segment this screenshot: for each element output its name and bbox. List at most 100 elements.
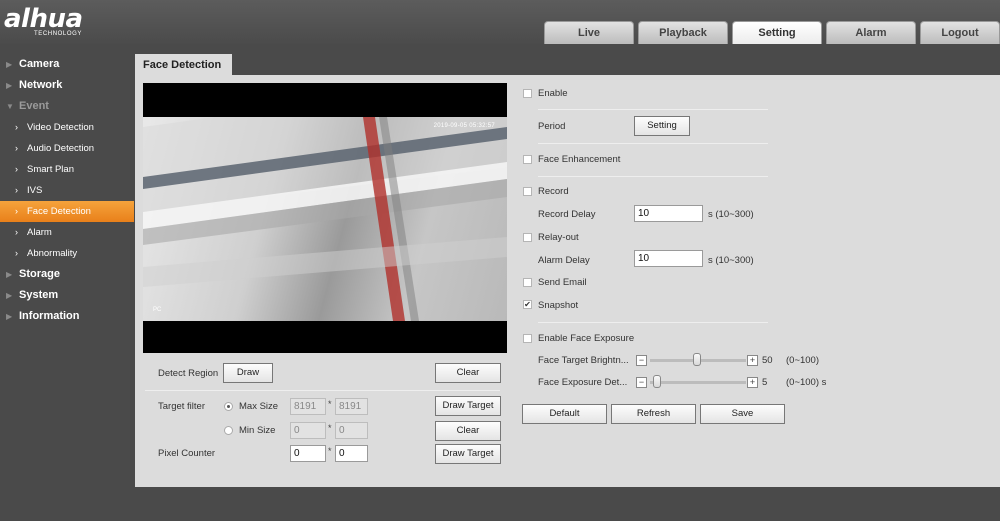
detect-region-label: Detect Region	[158, 368, 219, 379]
max-size-radio[interactable]	[224, 402, 233, 411]
exposure-detect-slider-track[interactable]	[650, 381, 746, 384]
logo-subtitle: TECHNOLOGY	[34, 31, 83, 37]
caret-down-icon: ▼	[6, 102, 14, 111]
sidebar-item-system[interactable]: ▶ System	[0, 285, 134, 306]
alarm-delay-range: s (10~300)	[708, 255, 754, 266]
sidebar-item-network[interactable]: ▶ Network	[0, 75, 134, 96]
tab-alarm[interactable]: Alarm	[826, 21, 916, 44]
record-label: Record	[538, 186, 569, 197]
face-exposure-detect-label: Face Exposure Det...	[538, 377, 628, 388]
chevron-right-icon: ›	[15, 122, 18, 132]
sidebar-item-label: Video Detection	[27, 122, 94, 133]
save-button[interactable]: Save	[700, 404, 785, 424]
brightness-range: (0~100)	[786, 355, 820, 366]
sidebar-item-smart-plan[interactable]: › Smart Plan	[0, 159, 134, 180]
times-symbol: *	[328, 423, 332, 433]
draw-target-button-2[interactable]: Draw Target	[435, 444, 501, 464]
sidebar-item-alarm[interactable]: › Alarm	[0, 222, 134, 243]
chevron-right-icon: ›	[15, 164, 18, 174]
video-preview[interactable]: 2019-09-05 05:32:57 PC	[143, 83, 507, 353]
exposure-detect-decrease-button[interactable]: −	[636, 377, 647, 388]
exposure-detect-value: 5	[762, 377, 768, 388]
exposure-detect-slider-thumb[interactable]	[653, 375, 661, 388]
divider	[538, 322, 768, 323]
sidebar-item-label: Audio Detection	[27, 143, 95, 154]
pixel-counter-width-input[interactable]: 0	[290, 445, 326, 462]
enable-face-exposure-checkbox[interactable]	[523, 334, 532, 343]
record-delay-range: s (10~300)	[708, 209, 754, 220]
sidebar-item-event[interactable]: ▼ Event	[0, 96, 134, 117]
send-email-checkbox[interactable]	[523, 278, 532, 287]
min-size-width-input[interactable]: 0	[290, 422, 326, 439]
sidebar-item-label: Storage	[19, 268, 60, 280]
camera-feed-image	[143, 117, 507, 321]
sidebar-item-label: Smart Plan	[27, 164, 74, 175]
caret-right-icon: ▶	[6, 312, 13, 321]
sidebar-item-audio-detection[interactable]: › Audio Detection	[0, 138, 134, 159]
times-symbol: *	[328, 446, 332, 456]
sidebar-item-face-detection[interactable]: › Face Detection	[0, 201, 134, 222]
record-delay-label: Record Delay	[538, 209, 596, 220]
period-label: Period	[538, 121, 566, 132]
sidebar-item-video-detection[interactable]: › Video Detection	[0, 117, 134, 138]
divider	[538, 109, 768, 110]
refresh-button[interactable]: Refresh	[611, 404, 696, 424]
sidebar-item-information[interactable]: ▶ Information	[0, 306, 134, 327]
enable-face-exposure-label: Enable Face Exposure	[538, 333, 635, 344]
sidebar-item-abnormality[interactable]: › Abnormality	[0, 243, 134, 264]
min-size-height-input[interactable]: 0	[335, 422, 368, 439]
default-button[interactable]: Default	[522, 404, 607, 424]
sidebar-item-label: Camera	[19, 58, 60, 70]
divider	[538, 143, 768, 144]
snapshot-checkbox[interactable]: ✔	[523, 300, 532, 309]
max-size-height-input[interactable]: 8191	[335, 398, 368, 415]
tab-playback[interactable]: Playback	[638, 21, 728, 44]
brightness-value: 50	[762, 355, 773, 366]
sidebar-item-camera[interactable]: ▶ Camera	[0, 54, 134, 75]
tab-logout[interactable]: Logout	[920, 21, 1000, 44]
top-header: alhua TECHNOLOGY Live Playback Setting A…	[0, 0, 1000, 44]
brightness-slider-thumb[interactable]	[693, 353, 701, 366]
face-target-brightness-label: Face Target Brightn...	[538, 355, 629, 366]
caret-right-icon: ▶	[6, 81, 13, 90]
panel-tab-face-detection[interactable]: Face Detection	[135, 54, 232, 76]
sidebar-item-label: Alarm	[27, 227, 52, 238]
sidebar-item-label: IVS	[27, 185, 43, 196]
brightness-decrease-button[interactable]: −	[636, 355, 647, 366]
caret-right-icon: ▶	[6, 291, 13, 300]
chevron-right-icon: ›	[15, 227, 18, 237]
divider	[538, 176, 768, 177]
sidebar-item-label: System	[19, 289, 59, 301]
chevron-right-icon: ›	[15, 248, 18, 258]
snapshot-label: Snapshot	[538, 300, 579, 311]
clear-target-button[interactable]: Clear	[435, 421, 501, 441]
exposure-detect-increase-button[interactable]: +	[747, 377, 758, 388]
max-size-label: Max Size	[239, 401, 279, 412]
sidebar-item-storage[interactable]: ▶ Storage	[0, 264, 134, 285]
draw-region-button[interactable]: Draw	[223, 363, 273, 383]
brightness-increase-button[interactable]: +	[747, 355, 758, 366]
face-enhancement-label: Face Enhancement	[538, 154, 621, 165]
sidebar-item-label: Event	[19, 100, 49, 112]
video-osd-label: PC	[153, 307, 162, 313]
tab-live[interactable]: Live	[544, 21, 634, 44]
enable-checkbox[interactable]	[523, 89, 532, 98]
pixel-counter-height-input[interactable]: 0	[335, 445, 368, 462]
min-size-radio[interactable]	[224, 426, 233, 435]
relay-out-checkbox[interactable]	[523, 233, 532, 242]
face-enhancement-checkbox[interactable]	[523, 155, 532, 164]
video-timestamp: 2019-09-05 05:32:57	[433, 123, 495, 129]
caret-right-icon: ▶	[6, 60, 13, 69]
record-checkbox[interactable]	[523, 187, 532, 196]
clear-region-button[interactable]: Clear	[435, 363, 501, 383]
tab-setting[interactable]: Setting	[732, 21, 822, 44]
period-setting-button[interactable]: Setting	[634, 116, 690, 136]
chevron-right-icon: ›	[15, 185, 18, 195]
alarm-delay-input[interactable]: 10	[634, 250, 703, 267]
max-size-width-input[interactable]: 8191	[290, 398, 326, 415]
sidebar-item-label: Information	[19, 310, 80, 322]
record-delay-input[interactable]: 10	[634, 205, 703, 222]
draw-target-button[interactable]: Draw Target	[435, 396, 501, 416]
sidebar-item-ivs[interactable]: › IVS	[0, 180, 134, 201]
divider	[145, 390, 500, 391]
